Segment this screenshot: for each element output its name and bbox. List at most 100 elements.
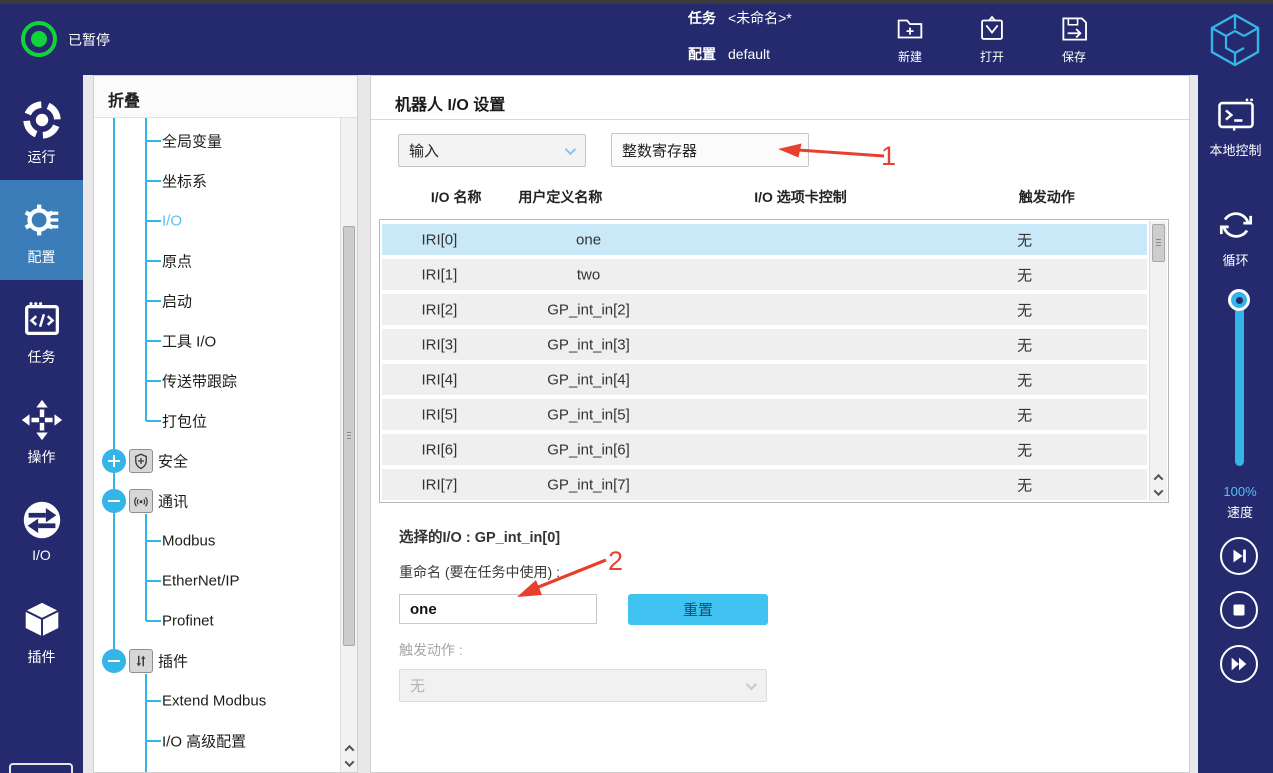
- local-control-button[interactable]: 本地控制: [1198, 93, 1273, 159]
- tree-item-label: Profinet: [162, 613, 214, 630]
- tree-item[interactable]: 通讯: [94, 481, 334, 521]
- nav-item-plugin[interactable]: 插件: [0, 580, 83, 680]
- loop-button[interactable]: 循环: [1198, 203, 1273, 269]
- tree-item[interactable]: I/O: [94, 201, 334, 241]
- nav-item-jog[interactable]: 操作: [0, 380, 83, 480]
- io-table-header: I/O 名称 用户定义名称 I/O 选项卡控制 触发动作: [379, 180, 1151, 214]
- tree-item[interactable]: 安全: [94, 441, 334, 481]
- tree-item[interactable]: 全局变量: [94, 121, 334, 161]
- tree-item[interactable]: EtherNet/IP: [94, 561, 334, 601]
- gear-icon: [19, 197, 65, 243]
- shield-icon: [129, 449, 153, 473]
- fast-forward-icon: [1228, 653, 1250, 675]
- run-icon: [19, 97, 65, 143]
- left-nav-rail: 运行 配置 任务 操作 I/O 插件: [0, 75, 83, 773]
- table-row[interactable]: IRI[1]two无: [382, 259, 1147, 290]
- nav-item-label: I/O: [32, 547, 51, 563]
- new-folder-icon: [893, 12, 927, 46]
- table-row[interactable]: IRI[3]GP_int_in[3]无: [382, 329, 1147, 360]
- stop-button[interactable]: [1220, 591, 1258, 629]
- nav-item-config[interactable]: 配置: [0, 180, 83, 280]
- tree-item[interactable]: Modbus: [94, 521, 334, 561]
- tree-item[interactable]: Extend Modbus: [94, 681, 334, 721]
- reset-button[interactable]: 重置: [628, 594, 768, 625]
- tree-scrollbar-thumb[interactable]: [343, 226, 355, 646]
- tree-scrollbar[interactable]: [340, 118, 357, 772]
- table-row[interactable]: IRI[7]GP_int_in[7]无: [382, 469, 1147, 500]
- tree-item[interactable]: 工具 I/O: [94, 321, 334, 361]
- tree-toggle-plus-icon[interactable]: [102, 449, 126, 473]
- local-control-label: 本地控制: [1209, 140, 1261, 159]
- nav-item-run[interactable]: 运行: [0, 80, 83, 180]
- table-row[interactable]: IRI[6]GP_int_in[6]无: [382, 434, 1147, 465]
- register-type-dropdown[interactable]: 整数寄存器: [611, 133, 809, 167]
- tree-item[interactable]: 坐标系: [94, 161, 334, 201]
- loop-icon: [1214, 203, 1258, 247]
- tree-scroll-up-button[interactable]: [341, 741, 357, 756]
- tree-item[interactable]: I/O 高级配置: [94, 721, 334, 761]
- tree-toggle-minus-icon[interactable]: [102, 489, 126, 513]
- table-row[interactable]: IRI[4]GP_int_in[4]无: [382, 364, 1147, 395]
- table-scrollbar[interactable]: [1149, 221, 1167, 501]
- tree-branch-line: [146, 620, 161, 622]
- tree-item-label: 启动: [162, 291, 192, 312]
- speed-label: 速度: [1198, 502, 1273, 521]
- nav-item-io[interactable]: I/O: [0, 480, 83, 580]
- tree-item[interactable]: Profinet: [94, 601, 334, 641]
- tree-item[interactable]: 打包位: [94, 401, 334, 441]
- save-disk-icon: [1057, 12, 1091, 46]
- open-button[interactable]: 打开: [962, 12, 1022, 72]
- cell-trigger-action: 无: [1017, 229, 1032, 250]
- tree-collapse-header[interactable]: 折叠: [94, 76, 357, 118]
- nav-item-task[interactable]: 任务: [0, 280, 83, 380]
- cell-user-name: one: [576, 231, 601, 248]
- sliders-icon: [129, 649, 153, 673]
- brand-logo-icon: [1206, 11, 1264, 69]
- sidebar-bottom-button[interactable]: [9, 763, 73, 773]
- io-type-dropdown[interactable]: 输入: [398, 134, 586, 167]
- status-text: 已暂停: [68, 30, 110, 50]
- tree-branch-line: [146, 260, 161, 262]
- cell-user-name: GP_int_in[4]: [547, 371, 630, 388]
- save-button-label: 保存: [1062, 48, 1086, 65]
- table-scroll-down-button[interactable]: [1150, 485, 1167, 500]
- skip-next-icon: [1228, 545, 1250, 567]
- tree-branch-line: [146, 740, 161, 742]
- tree-branch-line: [146, 420, 161, 422]
- tree-item[interactable]: 启动: [94, 281, 334, 321]
- trigger-action-dropdown[interactable]: 无: [399, 669, 767, 702]
- fast-forward-button[interactable]: [1220, 645, 1258, 683]
- config-value: default: [728, 46, 770, 62]
- table-scrollbar-thumb[interactable]: [1152, 224, 1165, 262]
- tree-item[interactable]: 原点: [94, 241, 334, 281]
- tree-branch-line: [146, 340, 161, 342]
- tree-item-label: 插件: [158, 651, 188, 672]
- table-row[interactable]: IRI[5]GP_int_in[5]无: [382, 399, 1147, 430]
- rename-input[interactable]: one: [399, 594, 597, 624]
- speed-slider-handle[interactable]: [1228, 289, 1250, 311]
- step-button[interactable]: [1220, 537, 1258, 575]
- tree-item[interactable]: 传送带跟踪: [94, 361, 334, 401]
- tree-item-label: Modbus: [162, 533, 215, 550]
- table-row[interactable]: IRI[2]GP_int_in[2]无: [382, 294, 1147, 325]
- tree-item-label: 全局变量: [162, 131, 222, 152]
- selected-io-text: 选择的I/O : GP_int_in[0]: [399, 526, 560, 547]
- tree-branch-line: [146, 140, 161, 142]
- rename-input-value: one: [410, 601, 437, 618]
- table-row[interactable]: IRI[0]one无: [382, 224, 1147, 255]
- cell-trigger-action: 无: [1017, 334, 1032, 355]
- tree-item[interactable]: 插件: [94, 641, 334, 681]
- table-scroll-up-button[interactable]: [1150, 470, 1167, 485]
- cell-io-name: IRI[6]: [421, 441, 457, 458]
- tree-toggle-minus-icon[interactable]: [102, 649, 126, 673]
- tree-scroll-down-button[interactable]: [341, 756, 357, 771]
- new-button[interactable]: 新建: [880, 12, 940, 72]
- config-label: 配置: [688, 46, 716, 62]
- col-header-trigger: 触发动作: [1019, 187, 1075, 207]
- cell-trigger-action: 无: [1017, 439, 1032, 460]
- io-type-dropdown-value: 输入: [409, 140, 439, 161]
- chevron-down-icon: [746, 679, 757, 690]
- save-button[interactable]: 保存: [1044, 12, 1104, 72]
- speed-slider-track[interactable]: [1235, 300, 1244, 466]
- cell-io-name: IRI[5]: [421, 406, 457, 423]
